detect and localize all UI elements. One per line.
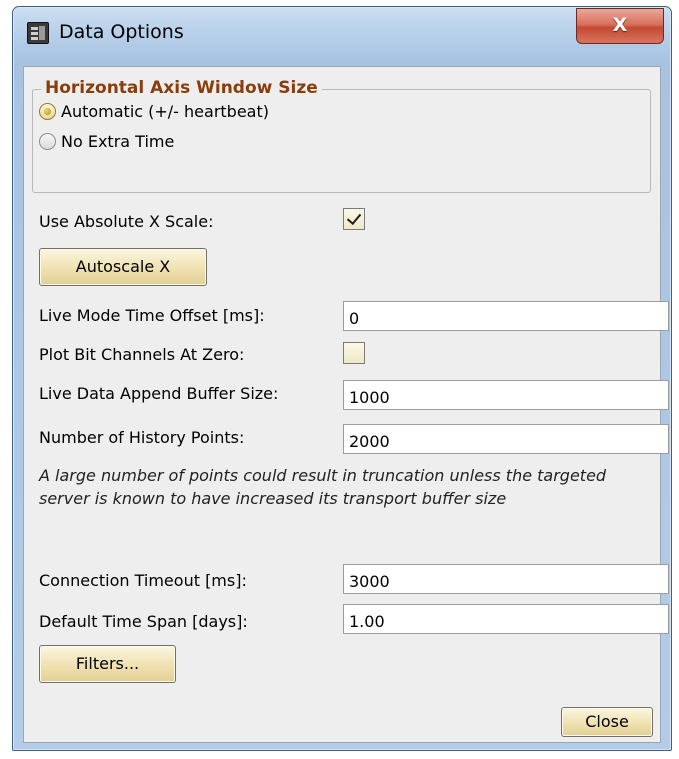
plot-bits-label: Plot Bit Channels At Zero:: [39, 345, 245, 364]
radio-no-extra-time-label: No Extra Time: [61, 132, 175, 151]
radio-selected-icon[interactable]: [39, 103, 56, 120]
radio-unselected-icon[interactable]: [39, 133, 56, 150]
radio-automatic[interactable]: Automatic (+/- heartbeat): [39, 102, 269, 121]
filters-button[interactable]: Filters...: [39, 645, 176, 683]
radio-no-extra-time[interactable]: No Extra Time: [39, 132, 174, 151]
window-close-button[interactable]: X: [576, 8, 664, 44]
close-icon: X: [612, 14, 628, 36]
connection-timeout-label: Connection Timeout [ms]:: [39, 571, 247, 590]
live-offset-input[interactable]: [343, 301, 669, 331]
dialog-content: Horizontal Axis Window Size Automatic (+…: [23, 66, 669, 743]
autoscale-x-button-label: Autoscale X: [75, 257, 171, 276]
time-span-input[interactable]: [343, 604, 669, 634]
title-bar[interactable]: Data Options X: [13, 7, 671, 67]
time-span-label: Default Time Span [days]:: [39, 612, 248, 631]
history-points-label: Number of History Points:: [39, 428, 245, 447]
close-button[interactable]: Close: [561, 707, 653, 737]
data-options-window: Data Options X Horizontal Axis Window Si…: [12, 6, 672, 751]
history-points-input[interactable]: [343, 424, 669, 454]
autoscale-x-button[interactable]: Autoscale X: [39, 248, 207, 286]
plot-bits-checkbox[interactable]: [343, 342, 365, 364]
absolute-x-label: Use Absolute X Scale:: [39, 212, 214, 231]
absolute-x-checkbox[interactable]: [343, 208, 365, 230]
live-offset-label: Live Mode Time Offset [ms]:: [39, 306, 265, 325]
close-button-label: Close: [585, 712, 629, 731]
application-icon: [27, 22, 49, 44]
window-title: Data Options: [59, 21, 184, 43]
history-points-warning: A large number of points could result in…: [39, 466, 607, 508]
radio-automatic-label: Automatic (+/- heartbeat): [61, 102, 269, 121]
append-buffer-input[interactable]: [343, 380, 669, 410]
group-title: Horizontal Axis Window Size: [41, 78, 322, 98]
filters-button-label: Filters...: [75, 654, 140, 673]
horizontal-axis-group: Horizontal Axis Window Size Automatic (+…: [32, 78, 651, 193]
connection-timeout-input[interactable]: [343, 564, 669, 594]
append-buffer-label: Live Data Append Buffer Size:: [39, 384, 279, 403]
